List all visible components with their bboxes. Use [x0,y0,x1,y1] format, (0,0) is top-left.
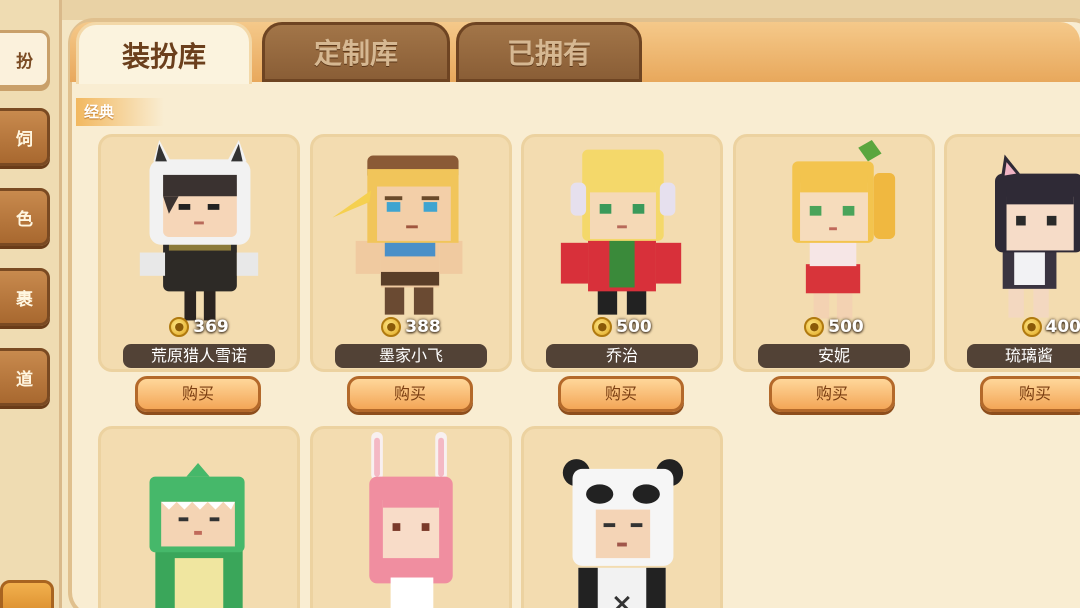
sidebar-item-props[interactable]: 道 [0,348,50,406]
skin-name: 琉璃酱 [967,344,1080,368]
top-banner [62,0,1080,20]
character-headphones-image [560,149,682,315]
sidebar-item-4[interactable]: 裹 [0,268,50,326]
coin-icon: ● [804,317,825,337]
character-bunny-image [369,431,453,608]
sidebar-bottom-button[interactable] [0,580,54,608]
skin-card[interactable] [98,426,300,608]
buy-button[interactable]: 购买 [980,376,1080,412]
price-value: 388 [405,317,441,337]
skin-card[interactable]: ● 369 荒原猎人雪诺 [98,134,300,372]
tab-owned[interactable]: 已拥有 [456,22,642,82]
skin-card[interactable] [310,426,512,608]
character-dinosaur-image [149,463,245,608]
price-value: 500 [828,317,864,337]
sidebar-item-2[interactable]: 饲 [0,108,50,166]
sidebar-item-3[interactable]: 色 [0,188,50,246]
tab-custom-library[interactable]: 定制库 [262,22,450,82]
character-panda-image [562,459,684,608]
price-row: ● 500 [524,317,720,337]
price-row: ● 400 [947,317,1080,337]
character-hunter-image [139,139,259,321]
tab-dress-library[interactable]: 装扮库 [76,22,252,84]
character-annie-image [792,139,896,319]
skin-card[interactable] [521,426,723,608]
price-value: 400 [1045,317,1080,337]
sidebar-item-label: 色 [16,209,33,230]
skin-card[interactable]: ● 500 安妮 [733,134,935,372]
skin-name: 安妮 [758,344,910,368]
coin-icon: ● [592,317,613,337]
section-title: 经典 [76,98,164,126]
category-sidebar: 扮 饲 色 裹 道 [0,0,62,608]
buy-button[interactable]: 购买 [558,376,684,412]
skin-name: 乔治 [546,344,698,368]
price-value: 500 [616,317,652,337]
price-value: 369 [193,317,229,337]
sidebar-item-label: 裹 [16,289,33,310]
sidebar-item-label: 扮 [16,51,33,72]
price-row: ● 388 [313,317,509,337]
buy-button[interactable]: 购买 [347,376,473,412]
coin-icon: ● [169,317,190,337]
sidebar-item-label: 饲 [16,129,33,150]
buy-button[interactable]: 购买 [135,376,261,412]
price-row: ● 369 [101,317,297,337]
buy-button[interactable]: 购买 [769,376,895,412]
sidebar-item-dress[interactable]: 扮 [0,30,50,88]
skin-card[interactable]: ● 400 琉璃酱 [944,134,1080,372]
skin-name: 荒原猎人雪诺 [123,344,275,368]
price-row: ● 500 [736,317,932,337]
character-blond-hat-image [332,155,463,315]
coin-icon: ● [1021,317,1042,337]
skin-card[interactable]: ● 388 墨家小飞 [310,134,512,372]
character-cat-maid-image [995,154,1080,318]
skin-card[interactable]: ● 500 乔治 [521,134,723,372]
skin-name: 墨家小飞 [335,344,487,368]
coin-icon: ● [381,317,402,337]
sidebar-item-label: 道 [16,369,33,390]
